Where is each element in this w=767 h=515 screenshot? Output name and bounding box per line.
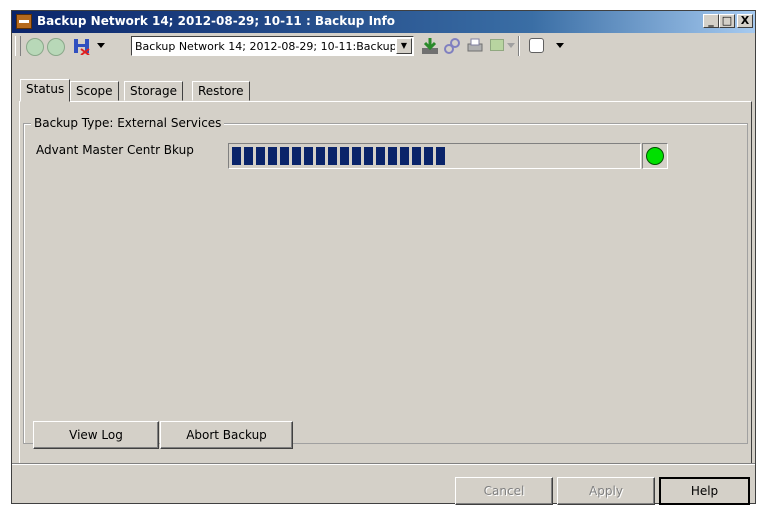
cancel-button[interactable]: Cancel xyxy=(455,477,553,505)
tab-scope[interactable]: Scope xyxy=(70,81,119,101)
progress-segment xyxy=(340,147,349,165)
progress-segment xyxy=(424,147,433,165)
progress-segment xyxy=(412,147,421,165)
progress-segment xyxy=(388,147,397,165)
status-indicator xyxy=(642,143,668,169)
app-icon xyxy=(16,14,32,29)
progress-segment xyxy=(328,147,337,165)
help-button[interactable]: Help xyxy=(659,477,750,505)
tab-status[interactable]: Status xyxy=(20,79,71,102)
progress-segment xyxy=(292,147,301,165)
download-icon[interactable] xyxy=(420,37,438,55)
backup-type-group: Backup Type: External Services xyxy=(23,116,748,444)
abort-backup-button[interactable]: Abort Backup xyxy=(160,421,293,449)
service-label: Advant Master Centr Bkup xyxy=(36,143,194,157)
progress-segment xyxy=(316,147,325,165)
back-icon[interactable] xyxy=(26,38,44,56)
progress-segment xyxy=(268,147,277,165)
window-title: Backup Network 14; 2012-08-29; 10-11 : B… xyxy=(37,14,396,28)
minimize-button[interactable]: _ xyxy=(703,14,719,28)
group-title: Backup Type: External Services xyxy=(31,116,225,130)
status-led-icon xyxy=(646,147,664,165)
progress-segment xyxy=(352,147,361,165)
backup-select-value: Backup Network 14; 2012-08-29; 10-11:Bac… xyxy=(135,40,395,53)
progress-segment xyxy=(244,147,253,165)
progress-segment xyxy=(436,147,445,165)
save-dropdown-arrow-icon[interactable] xyxy=(97,43,105,48)
options-arrow-icon[interactable] xyxy=(507,43,515,48)
progress-segment xyxy=(304,147,313,165)
toolbar-grip[interactable] xyxy=(15,36,21,56)
chevron-down-icon[interactable]: ▼ xyxy=(396,38,412,54)
backup-select-dropdown[interactable]: Backup Network 14; 2012-08-29; 10-11:Bac… xyxy=(131,36,414,56)
forward-icon[interactable] xyxy=(47,38,65,56)
progress-segment xyxy=(232,147,241,165)
tab-restore[interactable]: Restore xyxy=(192,81,250,101)
title-bar[interactable]: Backup Network 14; 2012-08-29; 10-11 : B… xyxy=(12,11,755,33)
dropdown-icon[interactable] xyxy=(490,39,504,51)
toolbar: Backup Network 14; 2012-08-29; 10-11:Bac… xyxy=(12,33,755,60)
footer-separator xyxy=(12,463,755,465)
print-icon[interactable] xyxy=(466,37,484,55)
backup-progress-bar xyxy=(228,143,641,169)
toolbar-separator xyxy=(518,36,520,56)
progress-segment xyxy=(256,147,265,165)
maximize-button[interactable]: □ xyxy=(719,14,735,28)
progress-segment xyxy=(280,147,289,165)
progress-segment xyxy=(364,147,373,165)
window-icon[interactable] xyxy=(529,38,544,53)
window-dropdown-arrow-icon[interactable] xyxy=(556,43,564,48)
apply-button[interactable]: Apply xyxy=(557,477,655,505)
save-icon[interactable] xyxy=(72,37,90,56)
progress-segment xyxy=(400,147,409,165)
close-button[interactable]: X xyxy=(737,14,753,28)
progress-segment xyxy=(376,147,385,165)
view-log-button[interactable]: View Log xyxy=(33,421,159,449)
link-icon[interactable] xyxy=(443,37,461,55)
tab-storage[interactable]: Storage xyxy=(124,81,183,101)
